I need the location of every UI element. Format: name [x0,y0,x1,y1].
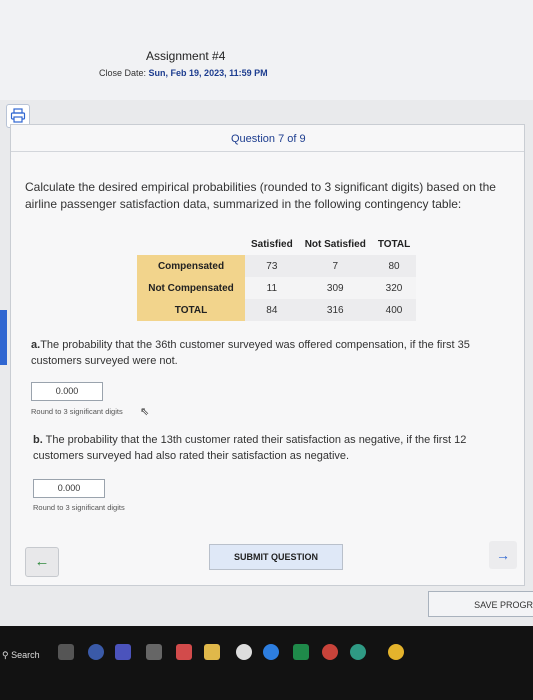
arrow-left-icon: ← [34,553,50,570]
assignment-header: Assignment #4 Close Date: Sun, Feb 19, 2… [0,0,533,100]
column-header: Satisfied [251,238,293,250]
taskview-icon[interactable] [58,644,74,660]
previous-question-button[interactable]: ← [25,547,59,577]
table-row: Not Compensated 11 309 320 [137,277,417,299]
mouse-cursor-icon: ⇖ [140,406,150,418]
close-date: Close Date: Sun, Feb 19, 2023, 11:59 PM [99,68,268,78]
taskbar-search-label: Search [11,650,40,660]
excel-icon[interactable] [293,644,309,660]
part-a-question: The probability that the 36th customer s… [31,339,470,367]
column-header: TOTAL [377,238,411,250]
table-cell: 320 [371,277,417,299]
question-prompt: Calculate the desired empirical probabil… [25,180,496,211]
chat-icon[interactable] [88,644,104,660]
chrome-icon[interactable] [388,644,404,660]
folder-icon[interactable] [204,644,220,660]
table-row: TOTAL 84 316 400 [137,299,417,321]
table-cell: 400 [371,299,417,321]
printer-icon [10,108,26,123]
opera-icon[interactable] [322,644,338,660]
question-panel: Question 7 of 9 Calculate the desired em… [10,124,525,586]
close-date-label: Close Date: [99,68,147,78]
table-cell: 80 [371,255,417,277]
table-row: Compensated 73 7 80 [137,255,417,277]
row-label: Not Compensated [137,277,245,299]
table-cell: 316 [298,299,372,321]
part-b-answer-input[interactable]: 0.000 [33,479,105,498]
teams-icon[interactable] [115,644,131,660]
table-cell: 309 [298,277,372,299]
taskbar-search[interactable]: ⚲ Search [2,650,40,661]
contingency-table: Satisfied Not Satisfied TOTAL Compensate… [137,233,417,321]
accent-bar [0,310,7,365]
question-header: Question 7 of 9 [11,125,524,152]
calendar-icon[interactable] [146,644,162,660]
table-header-row: Satisfied Not Satisfied TOTAL [137,233,416,255]
arrow-right-icon: → [496,547,510,563]
row-label: TOTAL [137,299,245,321]
part-b-text: b. The probability that the 13th custome… [33,432,513,464]
next-question-button[interactable]: → [489,541,517,569]
part-a-round-note: Round to 3 significant digits [31,407,123,416]
edge-icon[interactable] [350,644,366,660]
question-counter: Question 7 of 9 [231,133,306,145]
taskbar: ⚲ Search [0,626,533,700]
submit-question-button[interactable]: SUBMIT QUESTION [209,544,343,570]
close-date-value: Sun, Feb 19, 2023, 11:59 PM [148,68,268,78]
part-b-question: The probability that the 13th customer r… [33,434,467,462]
help-icon[interactable] [263,644,279,660]
row-label: Compensated [137,255,245,277]
assignment-title: Assignment #4 [146,49,226,63]
save-progress-button[interactable]: SAVE PROGR [428,591,533,617]
column-header: Not Satisfied [304,238,366,250]
table-cell: 73 [245,255,299,277]
table-cell: 11 [245,277,299,299]
part-b-letter: b. [33,434,43,446]
part-a-letter: a. [31,339,41,351]
app-icon[interactable] [236,644,252,660]
table-corner [137,233,245,255]
table-cell: 84 [245,299,299,321]
table-cell: 7 [298,255,372,277]
part-a-text: a.The probability that the 36th customer… [31,337,501,369]
part-a-answer-input[interactable]: 0.000 [31,382,103,401]
mail-icon[interactable] [176,644,192,660]
part-b-round-note: Round to 3 significant digits [33,503,125,512]
